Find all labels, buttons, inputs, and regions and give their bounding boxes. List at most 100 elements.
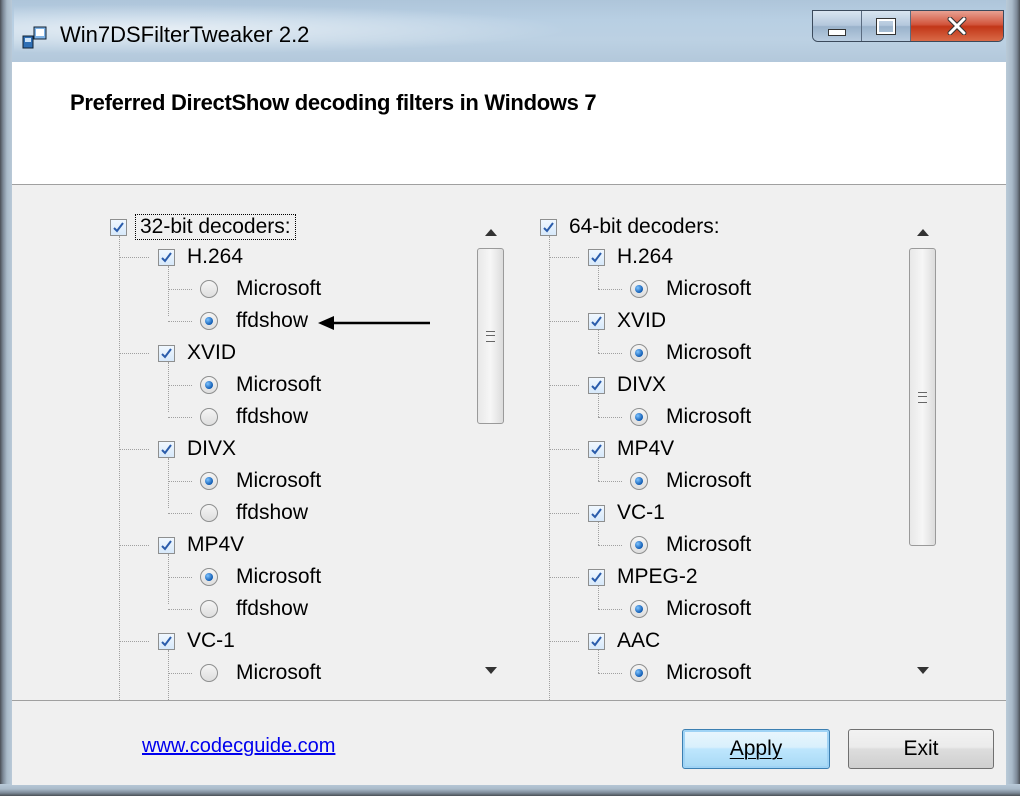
radio-vc1-microsoft[interactable]: Microsoft (630, 530, 751, 560)
checkbox-32bit[interactable] (110, 218, 127, 236)
scroll-up-button[interactable] (474, 216, 508, 248)
radio-button[interactable] (630, 344, 648, 362)
maximize-button[interactable] (862, 11, 911, 41)
website-link[interactable]: www.codecguide.com (142, 735, 335, 758)
radio-xvid-microsoft[interactable]: Microsoft (630, 338, 751, 368)
tree-node-mp4v[interactable]: MP4V (588, 434, 674, 464)
tree-connector (598, 481, 622, 482)
radio-button[interactable] (200, 280, 218, 298)
tree-connector (598, 417, 622, 418)
checkbox-divx[interactable] (158, 440, 175, 458)
node-label: DIVX (617, 373, 667, 396)
radio-label: Microsoft (666, 597, 752, 620)
scrollbar-64bit[interactable] (906, 216, 940, 686)
scroll-thumb[interactable] (477, 248, 504, 424)
tree-connector (549, 641, 579, 642)
radio-label: Microsoft (666, 277, 752, 300)
tree-connector (168, 417, 192, 418)
radio-button[interactable] (630, 280, 648, 298)
node-label: MP4V (187, 533, 245, 556)
scroll-thumb[interactable] (909, 248, 936, 546)
tree-64bit[interactable]: 64-bit decoders: H.264 Microsoft XVID Mi… (532, 202, 944, 748)
radio-divx-microsoft[interactable]: Microsoft (630, 402, 751, 432)
tree-node-vc1[interactable]: VC-1 (588, 498, 665, 528)
radio-h264-microsoft[interactable]: Microsoft (200, 274, 321, 304)
radio-button[interactable] (630, 664, 648, 682)
radio-button[interactable] (630, 536, 648, 554)
apply-label: Apply (729, 737, 783, 760)
radio-mpeg2-microsoft[interactable]: Microsoft (630, 594, 751, 624)
tree-node-divx[interactable]: DIVX (588, 370, 666, 400)
close-icon (947, 17, 967, 35)
tree-root-64bit[interactable]: 64-bit decoders: (540, 212, 720, 242)
tree-node-mpeg2[interactable]: MPEG-2 (588, 562, 698, 592)
checkbox-mp4v[interactable] (158, 536, 175, 554)
checkbox-vc1[interactable] (588, 504, 605, 522)
radio-button[interactable] (200, 504, 218, 522)
radio-h264-microsoft[interactable]: Microsoft (630, 274, 751, 304)
radio-label: ffdshow (236, 309, 308, 332)
tree-node-divx[interactable]: DIVX (158, 434, 236, 464)
radio-button[interactable] (630, 600, 648, 618)
checkbox-mp4v[interactable] (588, 440, 605, 458)
footer: www.codecguide.com Apply Exit (12, 700, 1006, 785)
radio-button[interactable] (200, 472, 218, 490)
radio-mp4v-ffdshow[interactable]: ffdshow (200, 594, 308, 624)
radio-xvid-ffdshow[interactable]: ffdshow (200, 402, 308, 432)
tree-32bit[interactable]: 32-bit decoders: H.264 Microsoft ffdshow… (102, 202, 512, 748)
maximize-icon (876, 17, 896, 35)
app-icon[interactable] (22, 24, 48, 50)
checkbox-xvid[interactable] (158, 344, 175, 362)
tree-node-vc1[interactable]: VC-1 (158, 626, 235, 656)
checkbox-h264[interactable] (158, 248, 175, 266)
tree-node-xvid[interactable]: XVID (158, 338, 236, 368)
radio-vc1-microsoft[interactable]: Microsoft (200, 658, 321, 688)
close-button[interactable] (911, 11, 1003, 41)
minimize-button[interactable] (813, 11, 862, 41)
tree-node-xvid[interactable]: XVID (588, 306, 666, 336)
radio-button[interactable] (200, 408, 218, 426)
radio-mp4v-microsoft[interactable]: Microsoft (200, 562, 321, 592)
tree-connector (549, 257, 579, 258)
checkbox-h264[interactable] (588, 248, 605, 266)
tree-connector (119, 545, 149, 546)
header-panel: Preferred DirectShow decoding filters in… (12, 62, 1006, 185)
tree-node-h264[interactable]: H.264 (158, 242, 243, 272)
scroll-up-button[interactable] (906, 216, 940, 248)
tree-connector (168, 554, 169, 604)
apply-button[interactable]: Apply (682, 729, 830, 769)
radio-xvid-microsoft[interactable]: Microsoft (200, 370, 321, 400)
tree-node-aac[interactable]: AAC (588, 626, 660, 656)
radio-aac-microsoft[interactable]: Microsoft (630, 658, 751, 688)
radio-button[interactable] (200, 312, 218, 330)
radio-button[interactable] (200, 600, 218, 618)
checkbox-divx[interactable] (588, 376, 605, 394)
checkbox-mpeg2[interactable] (588, 568, 605, 586)
checkbox-vc1[interactable] (158, 632, 175, 650)
radio-button[interactable] (630, 472, 648, 490)
checkmark-icon (161, 539, 172, 551)
scroll-down-button[interactable] (474, 654, 508, 686)
radio-button[interactable] (200, 568, 218, 586)
radio-h264-ffdshow[interactable]: ffdshow (200, 306, 308, 336)
checkbox-64bit[interactable] (540, 218, 557, 236)
radio-mp4v-microsoft[interactable]: Microsoft (630, 466, 751, 496)
node-label: XVID (617, 309, 667, 332)
radio-divx-ffdshow[interactable]: ffdshow (200, 498, 308, 528)
scroll-down-button[interactable] (906, 654, 940, 686)
title-bar[interactable]: Win7DSFilterTweaker 2.2 (0, 0, 1020, 62)
checkbox-aac[interactable] (588, 632, 605, 650)
radio-button[interactable] (200, 664, 218, 682)
exit-button[interactable]: Exit (848, 729, 994, 769)
radio-label: Microsoft (666, 405, 752, 428)
tree-node-mp4v[interactable]: MP4V (158, 530, 244, 560)
scrollbar-32bit[interactable] (474, 216, 508, 686)
tree-root-32bit[interactable]: 32-bit decoders: (110, 212, 296, 242)
radio-button[interactable] (200, 376, 218, 394)
radio-button[interactable] (630, 408, 648, 426)
node-label: MPEG-2 (617, 565, 698, 588)
radio-divx-microsoft[interactable]: Microsoft (200, 466, 321, 496)
tree-connector (549, 236, 550, 748)
checkbox-xvid[interactable] (588, 312, 605, 330)
tree-node-h264[interactable]: H.264 (588, 242, 673, 272)
